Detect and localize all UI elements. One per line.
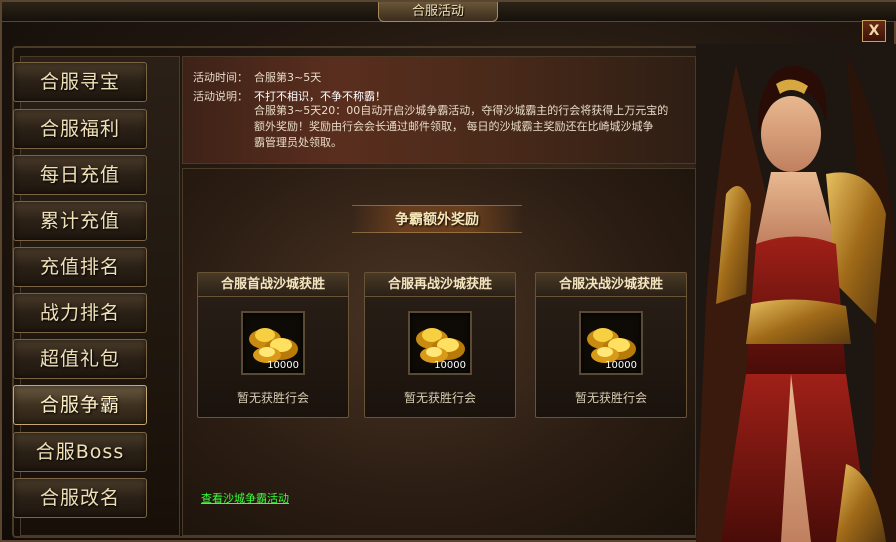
sidebar-item-value-gift[interactable]: 超值礼包 (13, 339, 147, 379)
card-status: 暂无获胜行会 (403, 391, 476, 405)
card-status: 暂无获胜行会 (236, 391, 309, 405)
desc-line-2: 额外奖励！奖励由行会会长通过邮件领取， 每日的沙城霸主奖励还在比崎城沙城争 (254, 120, 654, 133)
item-count: 10000 (434, 360, 466, 371)
item-slot[interactable]: 10000 (408, 311, 472, 375)
item-count: 10000 (267, 360, 299, 371)
warrior-character-art (696, 44, 896, 542)
reward-card-second: 合服再战沙城获胜 10000 暂无获胜行会 (364, 272, 516, 418)
sidebar-item-total-recharge[interactable]: 累计充值 (13, 201, 147, 241)
close-button[interactable]: X (862, 20, 886, 42)
window-title: 合服活动 (378, 2, 498, 22)
sidebar-item-hefu-fuli[interactable]: 合服福利 (13, 109, 147, 149)
item-count: 10000 (605, 360, 637, 371)
time-label: 活动时间： (193, 71, 248, 84)
desc-line-1: 合服第3~5天20：00自动开启沙城争霸活动，夺得沙城霸主的行会将获得上万元宝的 (254, 104, 669, 117)
reward-card-title: 合服决战沙城获胜 (536, 273, 686, 297)
reward-card-title: 合服首战沙城获胜 (198, 273, 348, 297)
desc-line-3: 霸管理员处领取。 (254, 136, 342, 149)
view-sand-city-event-link[interactable]: 查看沙城争霸活动 (201, 490, 289, 506)
reward-card-title: 合服再战沙城获胜 (365, 273, 515, 297)
sidebar-item-hefu-xunbao[interactable]: 合服寻宝 (13, 62, 147, 102)
sidebar-item-hefu-rename[interactable]: 合服改名 (13, 478, 147, 518)
time-value: 合服第3~5天 (254, 71, 322, 84)
sidebar-item-recharge-rank[interactable]: 充值排名 (13, 247, 147, 287)
reward-card-third: 合服决战沙城获胜 10000 暂无获胜行会 (535, 272, 687, 418)
sidebar-item-hefu-boss[interactable]: 合服Boss (13, 432, 147, 472)
card-status: 暂无获胜行会 (574, 391, 647, 405)
sidebar-item-power-rank[interactable]: 战力排名 (13, 293, 147, 333)
desc-label: 活动说明： (193, 90, 248, 103)
reward-card-first: 合服首战沙城获胜 10000 暂无获胜行会 (197, 272, 349, 418)
sidebar-item-hefu-zhengba[interactable]: 合服争霸 (13, 385, 147, 425)
item-slot[interactable]: 10000 (579, 311, 643, 375)
desc-highlight: 不打不相识，不争不称霸！ (254, 90, 386, 103)
reward-section-banner: 争霸额外奖励 (352, 205, 522, 233)
sidebar-item-daily-recharge[interactable]: 每日充值 (13, 155, 147, 195)
item-slot[interactable]: 10000 (241, 311, 305, 375)
